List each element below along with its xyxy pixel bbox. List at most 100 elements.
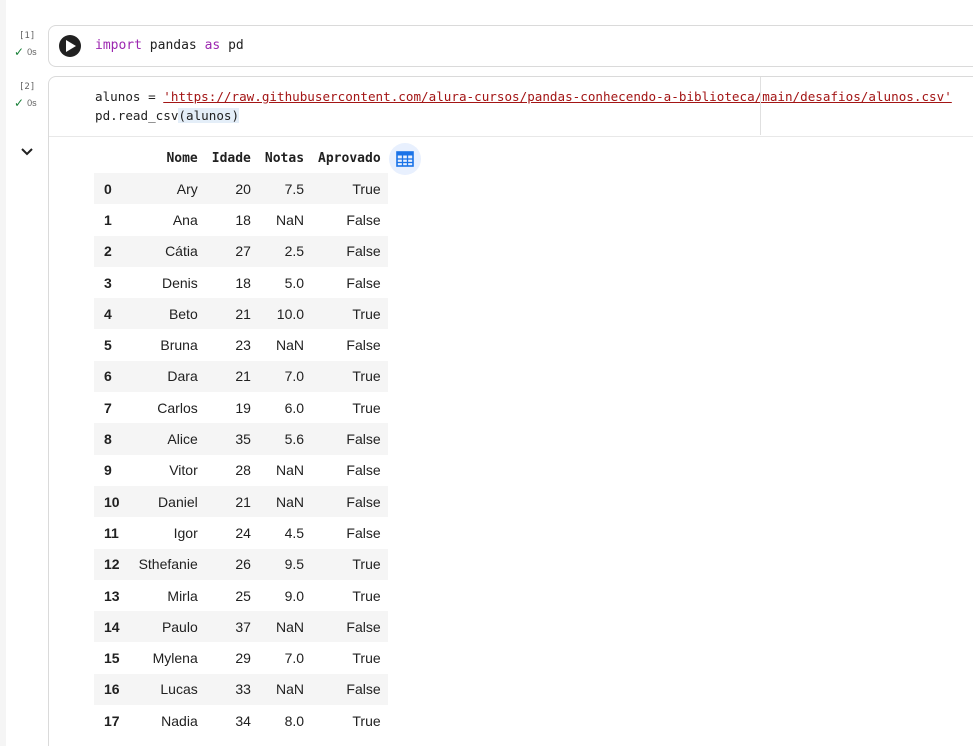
left-gutter	[0, 0, 6, 746]
table-cell: Carlos	[157, 399, 198, 416]
table-cell: True	[352, 556, 381, 573]
chevron-down-icon	[21, 148, 33, 156]
table-row: 3 Denis 18 5.0 False	[94, 267, 388, 298]
check-icon: ✓	[14, 96, 25, 110]
code-line-import[interactable]: import pandas as pd	[95, 38, 244, 53]
table-cell: 28	[235, 462, 251, 479]
table-cell: Paulo	[161, 618, 198, 635]
table-cell: 35	[235, 431, 251, 448]
table-cell: 19	[235, 399, 251, 416]
row-index: 9	[104, 462, 112, 479]
table-cell: NaN	[276, 493, 305, 510]
row-index: 5	[104, 337, 112, 354]
table-row: 11 Igor 24 4.5 False	[94, 517, 388, 548]
row-index: 7	[104, 399, 112, 416]
convert-to-interactive-table-button[interactable]	[389, 143, 421, 175]
table-header-row: Nome Idade Notas Aprovado	[94, 143, 388, 173]
table-cell: False	[346, 431, 381, 448]
table-cell: False	[346, 211, 381, 228]
table-cell: False	[346, 274, 381, 291]
table-cell: Vitor	[169, 462, 198, 479]
table-cell: True	[352, 368, 381, 385]
cell-2-status: ✓ 0s	[14, 96, 37, 110]
row-index: 4	[104, 305, 112, 322]
run-cell-button[interactable]	[59, 35, 81, 57]
table-cell: True	[352, 650, 381, 667]
table-cell: 8.0	[284, 712, 305, 729]
row-index: 10	[104, 493, 120, 510]
table-cell: Dara	[167, 368, 198, 385]
row-index: 0	[104, 180, 112, 197]
table-cell: 9.5	[284, 556, 305, 573]
table-cell: NaN	[276, 462, 305, 479]
table-cell: NaN	[276, 337, 305, 354]
table-cell: Mirla	[167, 587, 198, 604]
table-cell: 29	[235, 650, 251, 667]
table-cell: Alice	[167, 431, 198, 448]
call-prefix: pd.read_csv	[95, 108, 179, 123]
cell-1-exec-count: [1]	[19, 31, 36, 41]
alias-name: pd	[220, 38, 244, 53]
column-header: Notas	[264, 150, 305, 166]
table-cell: Ary	[176, 180, 198, 197]
table-cell: 18	[235, 211, 251, 228]
table-cell: False	[346, 493, 381, 510]
row-index: 15	[104, 650, 120, 667]
dataframe-table: Nome Idade Notas Aprovado 0 Ary 20 7.5 True 1 Ana…	[94, 143, 388, 736]
table-cell: Igor	[173, 524, 198, 541]
table-cell: 33	[235, 681, 251, 698]
table-row: 0 Ary 20 7.5 True	[94, 173, 388, 205]
table-cell: Nadia	[161, 712, 198, 729]
code-cell-1[interactable]: import pandas as pd	[48, 25, 973, 67]
keyword-as: as	[204, 38, 221, 53]
table-row: 12 Sthefanie 26 9.5 True	[94, 548, 388, 580]
table-row: 4 Beto 21 10.0 True	[94, 298, 388, 330]
table-cell: Ana	[172, 211, 198, 228]
collapse-output-button[interactable]	[19, 143, 35, 159]
table-cell: True	[352, 399, 381, 416]
cell-1-status-text: 0s	[27, 47, 37, 57]
table-cell: Lucas	[160, 681, 198, 698]
table-cell: 7.0	[284, 650, 305, 667]
table-row: 7 Carlos 19 6.0 True	[94, 392, 388, 423]
table-cell: 24	[235, 524, 251, 541]
assign-prefix: alunos =	[95, 89, 164, 104]
index-header	[94, 143, 132, 173]
table-row: 13 Mirla 25 9.0 True	[94, 580, 388, 611]
table-cell: 5.0	[284, 274, 305, 291]
table-cell: 18	[235, 274, 251, 291]
table-row: 9 Vitor 28 NaN False	[94, 455, 388, 486]
cell-2-status-text: 0s	[27, 98, 37, 108]
table-cell: False	[346, 524, 381, 541]
row-index: 8	[104, 431, 112, 448]
cell-1-status: ✓ 0s	[14, 46, 37, 58]
table-cell: 25	[235, 587, 251, 604]
column-header: Idade	[211, 150, 251, 166]
table-cell: 10.0	[276, 305, 305, 322]
table-cell: 7.5	[284, 180, 305, 197]
table-row: 6 Dara 21 7.0 True	[94, 360, 388, 393]
table-cell: Daniel	[158, 493, 198, 510]
table-cell: 21	[235, 493, 251, 510]
table-cell: 7.0	[284, 368, 305, 385]
code-line-url[interactable]: alunos = 'https://raw.githubusercontent.…	[95, 89, 952, 104]
table-cell: 21	[235, 305, 251, 322]
table-cell: False	[346, 337, 381, 354]
table-row: 2 Cátia 27 2.5 False	[94, 235, 388, 267]
column-header: Nome	[166, 150, 198, 166]
table-row: 16 Lucas 33 NaN False	[94, 673, 388, 706]
row-index: 3	[104, 274, 112, 291]
row-index: 17	[104, 712, 120, 729]
table-cell: NaN	[276, 211, 305, 228]
code-line-read-csv[interactable]: pd.read_csv(alunos)	[95, 108, 240, 123]
table-cell: True	[352, 712, 381, 729]
column-header: Aprovado	[318, 150, 381, 166]
table-cell: Denis	[161, 274, 198, 291]
code-cell-2[interactable]: alunos = 'https://raw.githubusercontent.…	[48, 76, 973, 137]
keyword-import: import	[95, 38, 142, 53]
table-cell: True	[352, 180, 381, 197]
table-cell: Cátia	[165, 243, 198, 260]
table-cell: 37	[235, 618, 251, 635]
table-cell: 4.5	[284, 524, 305, 541]
table-cell: Bruna	[160, 337, 198, 354]
